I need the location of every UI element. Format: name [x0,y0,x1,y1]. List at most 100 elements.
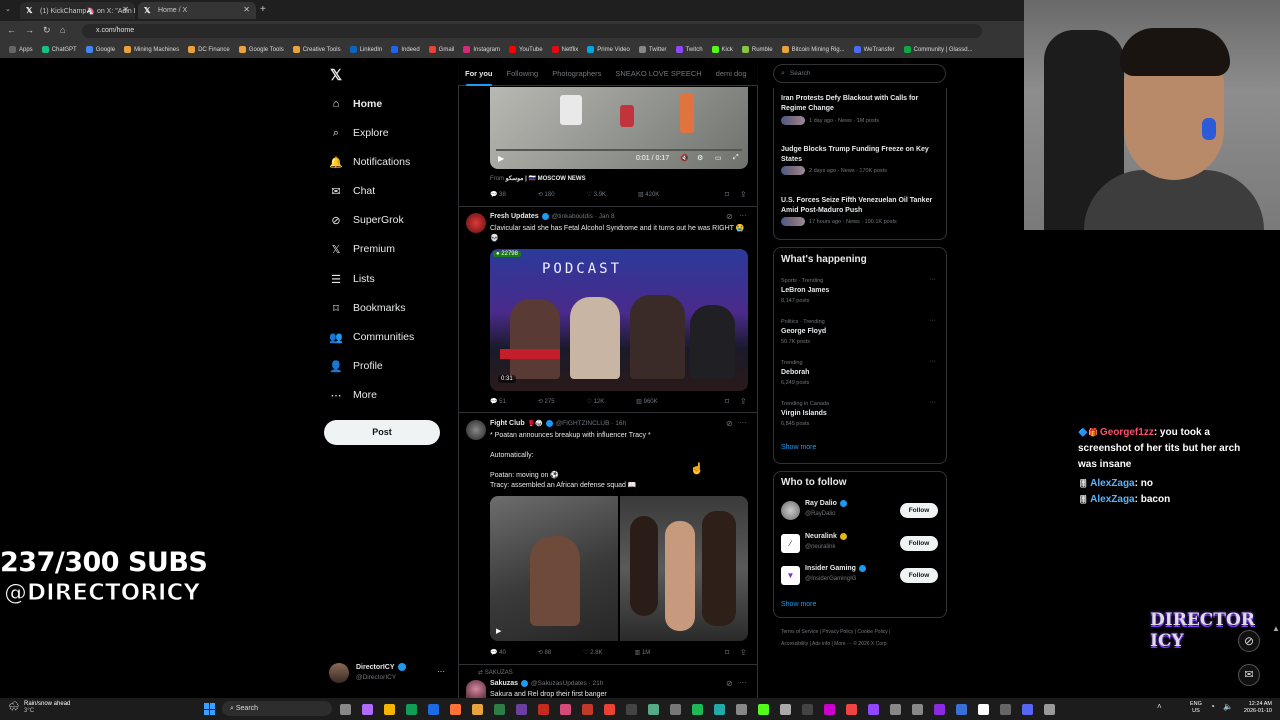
nav-item-bookmarks[interactable]: ⌑ Bookmarks [329,297,405,319]
spotify-app-icon[interactable] [692,704,703,715]
notepad-app-icon[interactable] [670,704,681,715]
nav-item-more[interactable]: ⋯ More [329,384,377,406]
avatar[interactable]: ▼ [781,566,800,585]
app-app-icon[interactable] [1044,704,1055,715]
bookmark-item[interactable]: Instagram [463,46,500,53]
like-count[interactable]: ♡ 2.8K [583,649,602,656]
url-field[interactable]: x.com/home [82,24,982,38]
bookmark-item[interactable]: Mining Machines [124,46,179,53]
bookmark-item[interactable]: Kick [711,46,733,53]
bookmark-item[interactable]: Google [85,46,115,53]
chrome-app-icon[interactable] [604,704,615,715]
wifi-icon[interactable]: ◔ [1210,702,1215,711]
share-icon[interactable]: ⇪ [740,648,747,657]
author-handle[interactable]: @FIGHTZINCLUB · 16h [556,420,627,427]
bookmark-item[interactable]: ChatGPT [41,46,77,53]
tab-kickchamp[interactable]: 𝕏 (1) KickChamp🦄 on X: "Adin R ✕ [20,2,135,19]
follow-button[interactable]: Follow [900,503,938,518]
fullscreen-icon[interactable]: ⤢ [733,154,739,162]
nav-item-home[interactable]: ⌂ Home [329,93,383,115]
bookmark-item[interactable]: Apps [9,46,33,53]
settings-app-icon[interactable] [802,704,813,715]
x-logo-icon[interactable]: 𝕏 [330,66,342,84]
repost-count[interactable]: ⟲ 88 [538,649,551,656]
file-explorer-app-icon[interactable] [384,704,395,715]
follow-name[interactable]: Neuralink [805,533,837,540]
app-app-icon[interactable] [934,704,945,715]
app-app-icon[interactable] [648,704,659,715]
sheets-app-icon[interactable] [494,704,505,715]
bookmark-item[interactable]: LinkedIn [349,46,382,53]
home-icon[interactable]: ⌂ [60,25,65,35]
nav-item-lists[interactable]: ☰ Lists [329,268,375,290]
edge-app-icon[interactable] [428,704,439,715]
tab-photographers[interactable]: Photographers [552,69,601,78]
tab-home[interactable]: 𝕏 Home / X ✕ [138,2,256,19]
bookmark-item[interactable]: Twitter [638,46,667,53]
bookmark-item[interactable]: WeTransfer [853,46,895,53]
more-dots-icon[interactable]: ··· [929,276,936,283]
tab-search-button[interactable]: ⌄ [5,5,15,15]
avatar[interactable] [466,680,486,698]
more-dots-icon[interactable]: ··· [437,667,445,676]
follow-name[interactable]: Insider Gaming [805,565,856,572]
trend-name[interactable]: Virgin Islands [781,410,827,417]
share-icon[interactable]: ⇪ [740,397,747,406]
post-button[interactable]: Post [324,420,440,445]
tray-chevron-icon[interactable]: ˄ [1157,702,1162,711]
tab-following[interactable]: Following [507,69,539,78]
brave-app-icon[interactable] [846,704,857,715]
nav-item-notifications[interactable]: 🔔 Notifications [329,151,410,173]
messages-icon[interactable]: ✉ [1238,664,1260,686]
task-view-app-icon[interactable] [340,704,351,715]
terminal-app-icon[interactable] [714,704,725,715]
weather-icon[interactable]: 🌨 [8,701,19,712]
news-headline[interactable]: Iran Protests Defy Blackout with Calls f… [781,94,941,114]
firefox-app-icon[interactable] [450,704,461,715]
post-image[interactable]: ▶ [490,496,618,641]
share-icon[interactable]: ⇪ [740,190,747,199]
reply-count[interactable]: 💬 38 [490,191,506,198]
app-app-icon[interactable] [516,704,527,715]
follow-button[interactable]: Follow [900,536,938,551]
app-app-icon[interactable] [912,704,923,715]
avatar[interactable] [466,420,486,440]
tab-demi-dog[interactable]: demi dog [716,69,747,78]
post-video[interactable]: ▶ 0:01 / 0:17 🔇 ⚙ ▭ ⤢ [490,87,748,169]
author-name[interactable]: Sakuzas [490,680,518,687]
like-count[interactable]: ♡ 3.9K [587,191,606,198]
copilot-app-icon[interactable] [362,704,373,715]
store-app-icon[interactable] [406,704,417,715]
taskbar-search[interactable]: ⌕ Search [222,701,332,716]
bookmark-icon[interactable]: ⌑ [725,397,729,406]
grok-icon[interactable]: ⊘ [1238,630,1260,652]
new-tab-button[interactable]: + [260,4,266,15]
bookmark-icon[interactable]: ⌑ [725,190,729,199]
post-video[interactable]: ● 22798 PODCAST 0:31 [490,249,748,391]
bookmark-item[interactable]: Community | Glassd... [903,46,973,53]
more-dots-icon[interactable]: ··· [929,358,936,365]
bookmark-item[interactable]: Prime Video [587,46,630,53]
language-indicator[interactable]: ENG US [1190,701,1202,715]
reply-count[interactable]: 💬 40 [490,649,506,656]
more-dots-icon[interactable]: ··· [739,678,747,687]
more-dots-icon[interactable]: ··· [739,418,747,427]
nav-item-premium[interactable]: 𝕏 Premium [329,238,395,260]
volume-icon[interactable]: 🔈 [1223,702,1233,711]
twitch-app-icon[interactable] [868,704,879,715]
avatar[interactable] [781,501,800,520]
office-app-icon[interactable] [538,704,549,715]
teams-app-icon[interactable] [560,704,571,715]
clock[interactable]: 12:24 AM 2026-01-10 [1240,701,1272,715]
bookmark-item[interactable]: Indeed [391,46,420,53]
settings-icon[interactable]: ⚙ [697,154,703,162]
weather-widget[interactable]: Rain/snow ahead 3°C [24,701,70,715]
start-button[interactable] [204,703,216,715]
app-app-icon[interactable] [890,704,901,715]
pip-icon[interactable]: ▭ [715,154,722,162]
more-dots-icon[interactable]: ··· [929,399,936,406]
kick-app-icon[interactable] [758,704,769,715]
app-app-icon[interactable] [736,704,747,715]
play-icon[interactable]: ▶ [496,627,501,635]
nav-item-profile[interactable]: 👤 Profile [329,355,383,377]
